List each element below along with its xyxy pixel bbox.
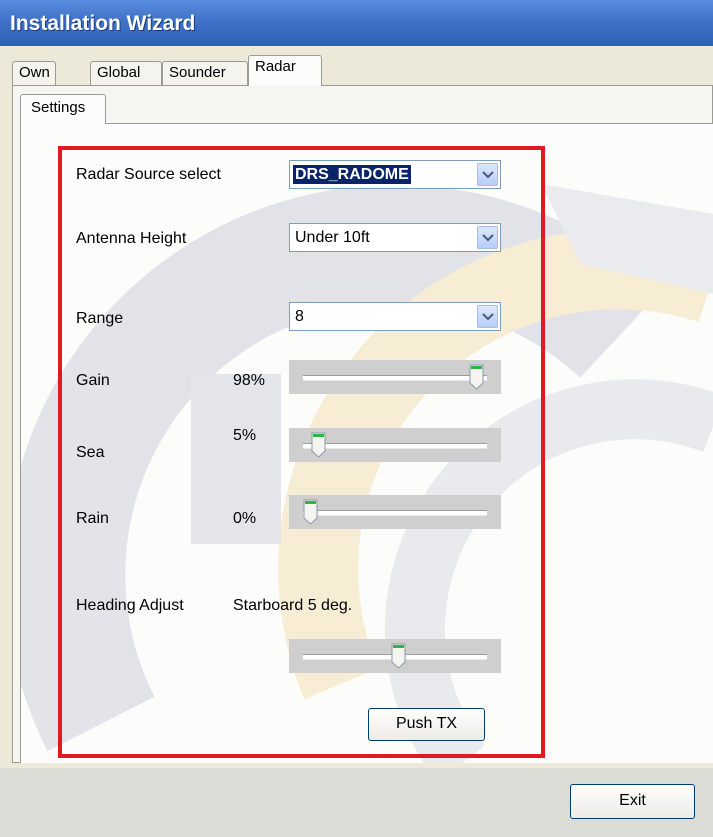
heading-slider-thumb[interactable] [391,643,406,669]
chevron-down-icon[interactable] [477,226,498,249]
radar-source-select[interactable]: DRS_RADOME [289,160,501,189]
gain-label: Gain [76,372,110,389]
antenna-height-value: Under 10ft [295,229,370,246]
range-value: 8 [295,308,304,325]
sea-percent: 5% [233,427,257,444]
range-label: Range [76,310,124,327]
antenna-height-select[interactable]: Under 10ft [289,223,501,252]
tab-radar[interactable]: Radar [248,55,322,86]
rain-label: Rain [76,510,109,527]
heading-adjust-label: Heading Adjust [76,597,184,614]
push-tx-button[interactable]: Push TX [368,708,485,741]
exit-button[interactable]: Exit [570,784,695,819]
rain-slider-track [303,510,487,516]
gain-slider-track [303,375,487,381]
heading-adjust-slider[interactable] [289,639,501,673]
rain-slider-thumb[interactable] [303,499,318,525]
title-bar[interactable]: Installation Wizard [0,0,713,46]
sea-slider-thumb[interactable] [311,432,326,458]
radar-source-label: Radar Source select [76,166,221,183]
rain-slider[interactable] [289,495,501,529]
installation-wizard-window: Installation Wizard Own Global Sounder R… [0,0,713,837]
tab-settings[interactable]: Settings [20,94,106,124]
gain-percent: 98% [233,372,266,389]
tab-own[interactable]: Own [12,61,56,85]
antenna-height-label: Antenna Height [76,230,187,247]
chevron-down-icon[interactable] [477,305,498,328]
window-title: Installation Wizard [10,12,196,35]
radar-source-value: DRS_RADOME [293,165,411,184]
tab-sounder[interactable]: Sounder [162,61,248,85]
sea-label: Sea [76,444,105,461]
gain-slider[interactable] [289,360,501,394]
rain-percent: 0% [233,510,257,527]
chevron-down-icon[interactable] [477,163,498,186]
heading-adjust-value: Starboard 5 deg. [233,597,353,614]
sea-slider-track [303,443,487,449]
range-select[interactable]: 8 [289,302,501,331]
sea-slider[interactable] [289,428,501,462]
main-tab-strip: Own Global Sounder Radar [12,55,712,86]
tab-global[interactable]: Global [90,61,162,85]
gain-slider-thumb[interactable] [469,364,484,390]
